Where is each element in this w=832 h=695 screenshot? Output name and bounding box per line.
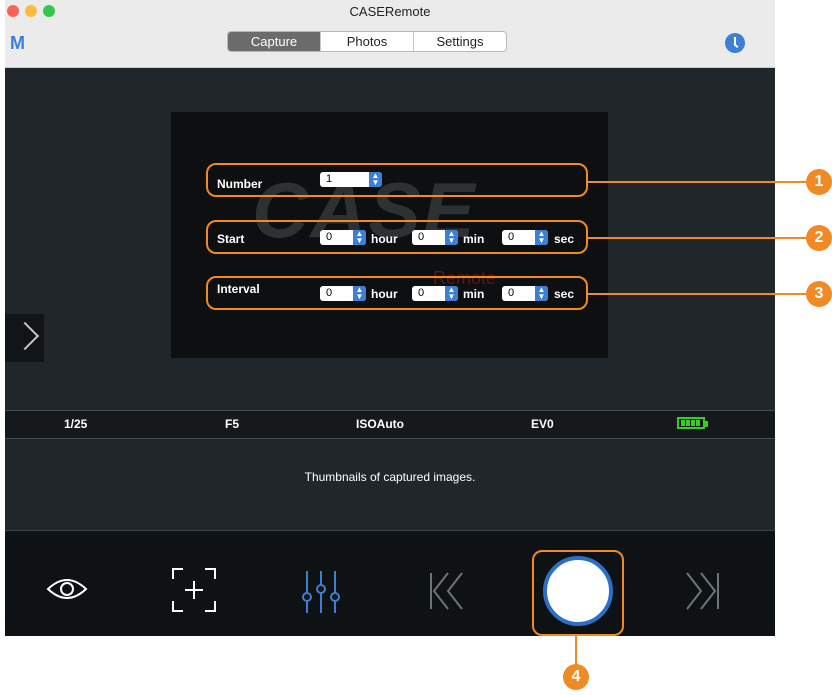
- callout-line-1: [586, 181, 810, 183]
- app-logo: M: [10, 33, 25, 53]
- aperture[interactable]: F5: [225, 417, 239, 431]
- main-tabs: Capture Photos Settings: [227, 31, 507, 52]
- camera-status-bar: 1/25 F5 ISOAuto EV0: [5, 410, 775, 439]
- skip-forward-icon[interactable]: [685, 571, 721, 611]
- tab-settings[interactable]: Settings: [413, 32, 506, 51]
- battery-full-icon: [677, 417, 708, 429]
- skip-back-icon[interactable]: [428, 571, 464, 611]
- exposure-compensation[interactable]: EV0: [531, 417, 554, 431]
- window-title: CASERemote: [349, 4, 431, 19]
- chevron-right-icon[interactable]: [5, 314, 44, 362]
- shutter-speed[interactable]: 1/25: [64, 417, 87, 431]
- iso[interactable]: ISOAuto: [356, 417, 404, 431]
- tab-photos[interactable]: Photos: [320, 32, 413, 51]
- callout-badge-3: 3: [806, 281, 832, 307]
- sliders-icon[interactable]: [299, 569, 343, 615]
- callout-line-2: [586, 237, 810, 239]
- focus-icon[interactable]: [171, 567, 217, 613]
- clock-icon[interactable]: [725, 33, 745, 53]
- callout-line-4: [575, 634, 577, 668]
- callout-box-1: [206, 163, 588, 197]
- callout-box-4: [532, 550, 624, 636]
- callout-badge-2: 2: [806, 225, 832, 251]
- callout-box-3: [206, 276, 588, 310]
- callout-badge-1: 1: [806, 169, 832, 195]
- eye-icon[interactable]: [45, 575, 89, 603]
- callout-box-2: [206, 220, 588, 254]
- callout-badge-4: 4: [563, 664, 589, 690]
- tab-capture[interactable]: Capture: [228, 32, 320, 51]
- app-window: CASERemote M Capture Photos Settings CAS…: [5, 0, 775, 636]
- thumbnails-placeholder: Thumbnails of captured images.: [304, 470, 476, 484]
- capture-toolbar: [5, 531, 775, 636]
- callout-line-3: [586, 293, 810, 295]
- title-bar: CASERemote M Capture Photos Settings: [5, 0, 775, 68]
